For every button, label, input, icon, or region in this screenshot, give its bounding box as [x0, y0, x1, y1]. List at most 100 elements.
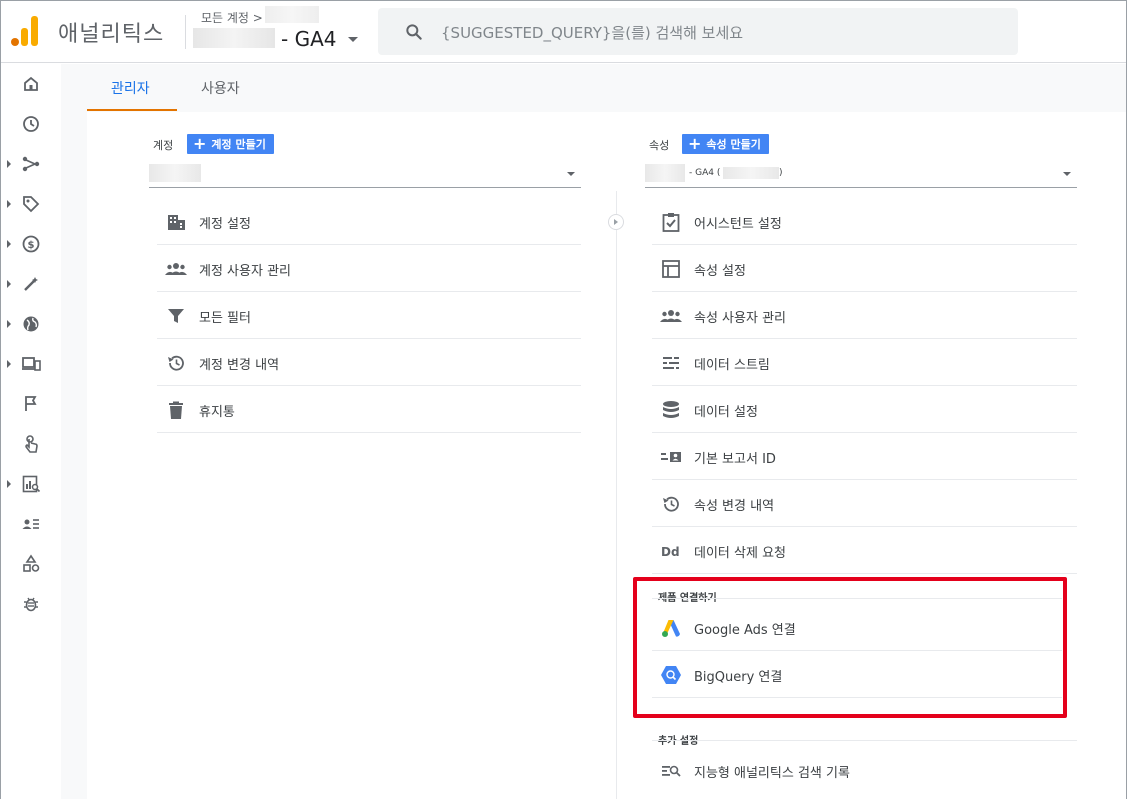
home-icon	[24, 76, 38, 91]
shapes-icon	[23, 554, 40, 572]
top-app-bar: 애널리틱스 모든 계정 > - GA4 {SUGGESTED_QUERY}을(를…	[1, 1, 1126, 63]
property-selector[interactable]: - GA4	[281, 27, 336, 51]
expand-arrow-icon[interactable]	[7, 200, 11, 208]
account-column-label: 계정	[153, 139, 174, 152]
menu-data-streams[interactable]: 데이터 스트림	[652, 339, 1077, 386]
history-icon	[168, 355, 184, 371]
menu-label: 속성 변경 내역	[694, 499, 775, 514]
report-search-icon	[22, 475, 41, 493]
expand-arrow-icon[interactable]	[7, 480, 11, 488]
stream-icon	[663, 357, 679, 369]
create-property-label: 속성 만들기	[706, 138, 761, 151]
building-icon	[168, 215, 185, 230]
nav-analysis[interactable]	[1, 464, 61, 504]
menu-trash[interactable]: 휴지통	[157, 386, 581, 433]
nav-lifecycle[interactable]	[1, 144, 61, 184]
people-icon	[165, 263, 187, 275]
create-account-button[interactable]: + 계정 만들기	[187, 134, 274, 154]
property-selector[interactable]: - GA4 ( )	[645, 162, 1077, 188]
menu-all-filters[interactable]: 모든 필터	[157, 292, 581, 339]
menu-account-change-history[interactable]: 계정 변경 내역	[157, 339, 581, 386]
nav-home[interactable]	[1, 64, 61, 104]
dollar-icon: $	[22, 235, 40, 253]
trash-icon	[169, 401, 183, 419]
menu-label: 데이터 설정	[694, 405, 758, 420]
menu-data-settings[interactable]: 데이터 설정	[652, 386, 1077, 433]
menu-account-access[interactable]: 계정 사용자 관리	[157, 245, 581, 292]
redacted-property-value	[645, 164, 685, 182]
clipboard-check-icon	[662, 213, 680, 232]
search-history-icon	[662, 765, 681, 777]
menu-default-reporting-id[interactable]: 기본 보고서 ID	[652, 433, 1077, 480]
dd-icon: Dd	[661, 545, 680, 559]
expand-arrow-icon[interactable]	[7, 160, 11, 168]
bug-icon	[24, 597, 38, 612]
breadcrumb[interactable]: 모든 계정 >	[201, 9, 263, 26]
property-select-prefix: - GA4 (	[689, 168, 721, 178]
id-card-icon	[661, 452, 681, 462]
touch-icon	[25, 435, 38, 453]
create-property-button[interactable]: + 속성 만들기	[682, 134, 769, 154]
flag-icon	[25, 396, 37, 411]
redacted-account-value	[149, 164, 201, 182]
admin-tabs: 관리자 사용자	[61, 64, 1126, 112]
nav-realtime[interactable]	[1, 104, 61, 144]
layout-icon	[662, 260, 680, 278]
left-nav-rail: $	[1, 64, 61, 799]
nav-monetization[interactable]: $	[1, 224, 61, 264]
search-input[interactable]: {SUGGESTED_QUERY}을(를) 검색해 보세요	[441, 22, 743, 43]
nav-events[interactable]	[1, 384, 61, 424]
account-selector[interactable]	[149, 162, 581, 188]
menu-label: 휴지통	[199, 405, 235, 420]
property-select-suffix: )	[779, 168, 783, 178]
caret-down-icon[interactable]	[1063, 172, 1071, 176]
menu-label: 어시스턴트 설정	[694, 217, 782, 232]
expand-arrow-icon[interactable]	[7, 240, 11, 248]
nav-explore[interactable]	[1, 264, 61, 304]
expand-arrow-icon[interactable]	[7, 360, 11, 368]
menu-property-settings[interactable]: 속성 설정	[652, 245, 1077, 292]
menu-property-change-history[interactable]: 속성 변경 내역	[652, 480, 1077, 527]
menu-setup-assistant[interactable]: 어시스턴트 설정	[652, 198, 1077, 245]
tab-admin[interactable]: 관리자	[111, 78, 150, 98]
search-bar[interactable]: {SUGGESTED_QUERY}을(를) 검색해 보세요	[378, 8, 1018, 55]
app-title[interactable]: 애널리틱스	[58, 16, 164, 48]
menu-search-history[interactable]: 지능형 애널리틱스 검색 기록	[652, 747, 1077, 794]
nav-tags[interactable]	[1, 184, 61, 224]
redacted-account-name	[265, 6, 319, 23]
section-divider	[652, 740, 1077, 741]
caret-down-icon[interactable]	[567, 172, 575, 176]
admin-content: 계정 + 계정 만들기 계정 설정 계정 사용자 관리 모든 필터 계정 변경 내…	[87, 112, 1126, 799]
menu-label: 계정 변경 내역	[199, 358, 280, 373]
menu-label: 데이터 삭제 요청	[694, 546, 786, 561]
globe-icon	[23, 316, 39, 332]
main-area: 관리자 사용자 계정 + 계정 만들기 계정 설정 계정 사용자 관리 모든 필터…	[61, 64, 1126, 799]
people-icon	[660, 310, 682, 322]
nav-debugview[interactable]	[1, 584, 61, 624]
tab-user[interactable]: 사용자	[201, 78, 240, 98]
menu-property-access[interactable]: 속성 사용자 관리	[652, 292, 1077, 339]
plus-icon: +	[688, 134, 702, 153]
caret-down-icon[interactable]	[348, 37, 358, 42]
menu-label: 속성 사용자 관리	[694, 311, 786, 326]
nav-configure[interactable]	[1, 544, 61, 584]
analytics-logo-icon[interactable]	[11, 16, 39, 46]
nav-demographics[interactable]	[1, 304, 61, 344]
menu-label: 계정 설정	[199, 217, 251, 232]
menu-data-deletion-requests[interactable]: Dd 데이터 삭제 요청	[652, 527, 1077, 574]
nav-conversions[interactable]	[1, 424, 61, 464]
menu-label: 지능형 애널리틱스 검색 기록	[694, 766, 850, 781]
clock-icon	[23, 116, 39, 132]
nav-tech[interactable]	[1, 344, 61, 384]
history-icon	[663, 496, 679, 512]
svg-text:Dd: Dd	[661, 545, 680, 559]
menu-label: 모든 필터	[199, 311, 251, 326]
expand-arrow-icon[interactable]	[7, 280, 11, 288]
expand-arrow-icon[interactable]	[7, 320, 11, 328]
menu-account-settings[interactable]: 계정 설정	[157, 198, 581, 245]
menu-label: 데이터 스트림	[694, 358, 770, 373]
nav-audiences[interactable]	[1, 504, 61, 544]
property-column-label: 속성	[649, 139, 670, 152]
plus-icon: +	[193, 134, 207, 153]
active-tab-indicator	[87, 109, 177, 111]
